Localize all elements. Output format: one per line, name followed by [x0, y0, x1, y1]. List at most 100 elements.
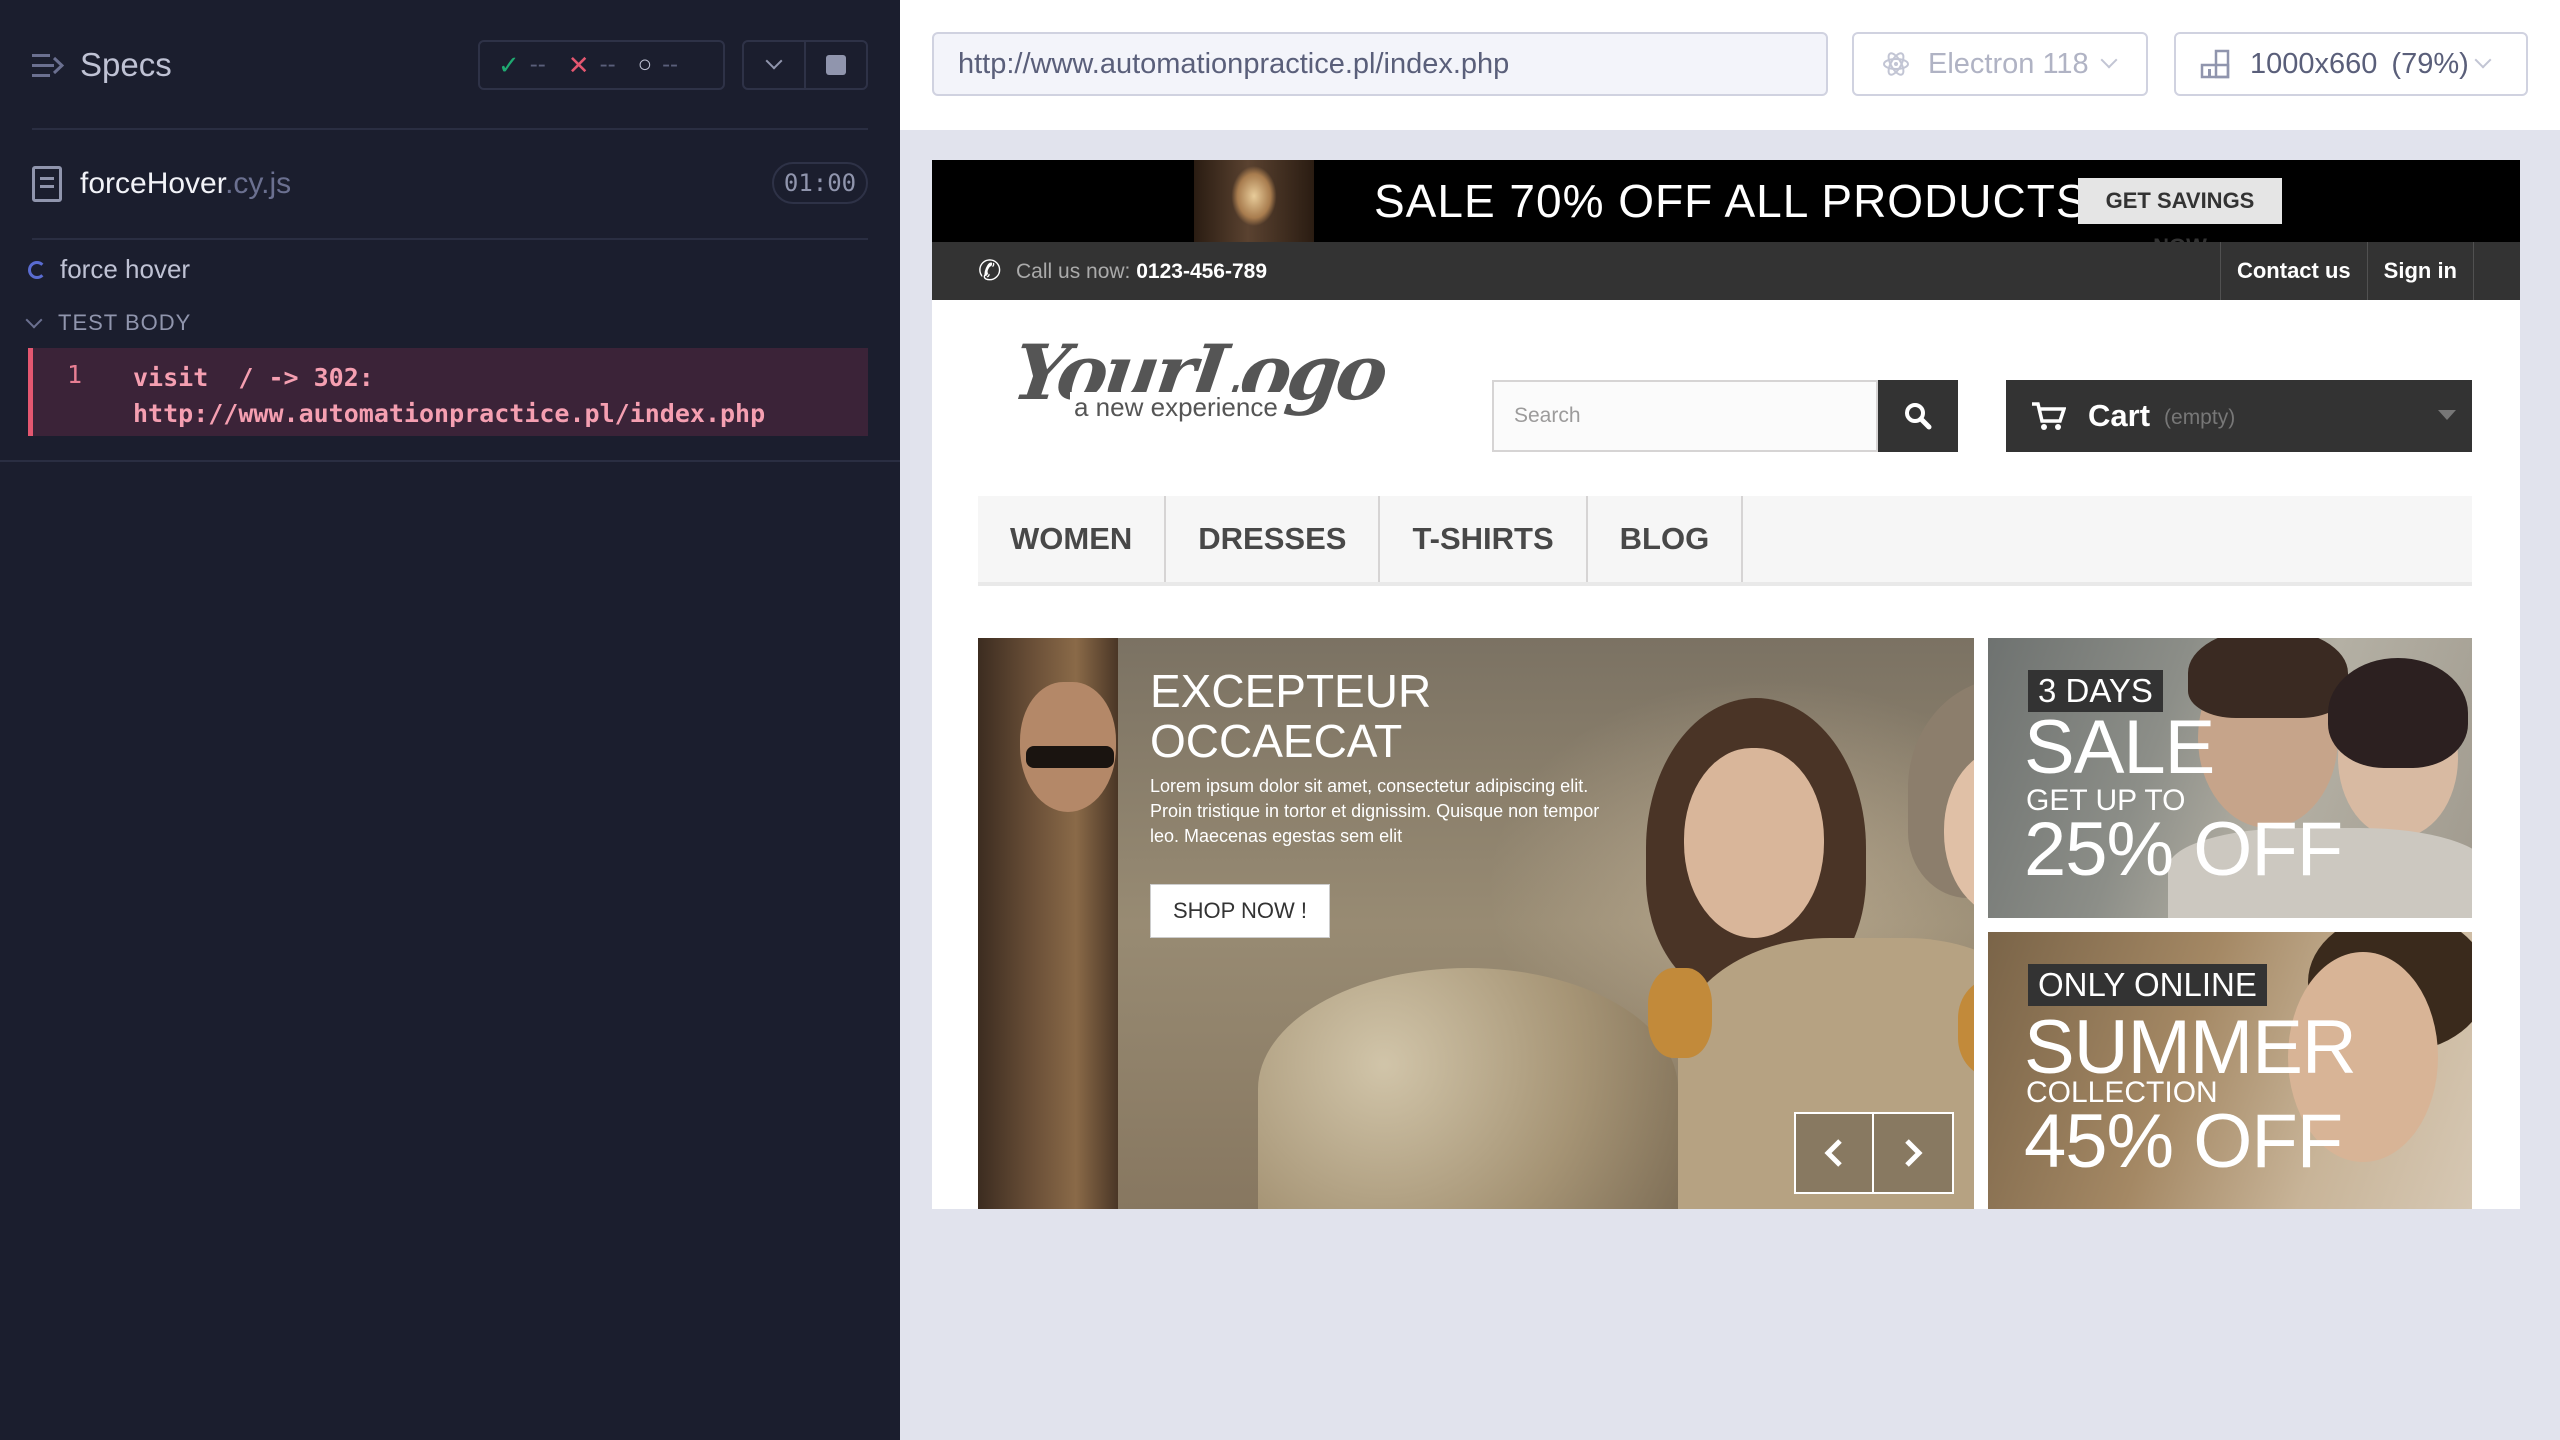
command-number: 1 — [67, 360, 83, 389]
menu-item-dresses[interactable]: DRESSES — [1166, 496, 1381, 582]
ruler-icon — [2200, 49, 2230, 79]
chevron-right-icon — [1905, 1139, 1923, 1167]
slide-title: EXCEPTEUR OCCAECAT — [1150, 666, 1431, 766]
pending-stat: ○ -- — [638, 51, 678, 79]
passed-stat: ✓ -- — [498, 50, 546, 81]
specs-list-icon[interactable] — [32, 52, 64, 80]
site-logo[interactable]: YourLogo a new experience — [1008, 328, 1394, 428]
test-body-toggle[interactable]: TEST BODY — [25, 310, 192, 336]
specs-title[interactable]: Specs — [80, 46, 172, 84]
spec-name-ext: .cy.js — [225, 167, 292, 200]
passed-count: -- — [529, 51, 546, 78]
cross-icon: ✕ — [567, 49, 590, 80]
slide-title-line-1: EXCEPTEUR — [1150, 665, 1432, 717]
aut-header: http://www.automationpractice.pl/index.p… — [900, 0, 2560, 130]
cart-button[interactable]: Cart (empty) — [2006, 380, 2472, 452]
promo-banner[interactable]: SALE 70% OFF ALL PRODUCTS GET SAVINGS NO… — [932, 160, 2520, 259]
run-controls — [742, 40, 868, 90]
check-icon: ✓ — [498, 49, 520, 80]
viewport-zoom: (79%) — [2391, 47, 2469, 80]
menu-item-women[interactable]: WOMEN — [978, 496, 1167, 582]
electron-icon — [1883, 52, 1909, 76]
search-icon — [1905, 403, 1932, 430]
banner-headline: SUMMER — [2024, 1005, 2357, 1090]
sunglasses-image — [1026, 746, 1114, 768]
chevron-down-icon — [25, 311, 43, 329]
banner-model-image — [2328, 658, 2468, 768]
pending-spinner-icon: ○ — [637, 51, 653, 78]
spec-duration: 01:00 — [772, 162, 868, 204]
call-us-text: Call us now: 0123-456-789 — [1016, 260, 1267, 284]
command-text: visit / -> 302: http://www.automationprac… — [133, 360, 765, 432]
shop-now-button[interactable]: SHOP NOW ! — [1150, 884, 1330, 938]
failed-stat: ✕ -- — [568, 50, 616, 81]
get-savings-button[interactable]: GET SAVINGS NOW — [2078, 178, 2282, 259]
top-nav-bar: ✆ Call us now: 0123-456-789 Contact us S… — [932, 242, 2520, 300]
test-title: force hover — [60, 254, 191, 284]
browser-selector[interactable]: Electron 118 — [1852, 32, 2148, 96]
pending-count: -- — [662, 51, 679, 78]
spec-file-name[interactable]: forceHover.cy.js — [80, 167, 291, 201]
chevron-down-icon — [765, 52, 783, 70]
logo-tagline: a new experience — [1070, 392, 1282, 423]
slide-mitten-image — [1648, 968, 1712, 1058]
header-links: Contact us Sign in — [2219, 242, 2474, 300]
caret-down-icon — [2438, 410, 2456, 420]
slide-man-image — [978, 638, 1118, 1209]
failed-count: -- — [599, 51, 616, 78]
reporter-panel: Specs ✓ -- ✕ -- ○ -- forceHover.cy.js 01… — [0, 0, 900, 1440]
divider — [0, 460, 900, 462]
running-state-icon — [28, 260, 46, 279]
test-body-label: TEST BODY — [58, 310, 192, 335]
command-log-row[interactable]: 1 visit / -> 302: http://www.automationpr… — [28, 348, 868, 436]
slider-next-button[interactable] — [1874, 1112, 1954, 1194]
slider-prev-button[interactable] — [1794, 1112, 1874, 1194]
viewport-size: 1000x660 — [2250, 47, 2378, 80]
command-line-2: http://www.automationpractice.pl/index.p… — [133, 399, 766, 428]
homepage-slider: EXCEPTEUR OCCAECAT Lorem ipsum dolor sit… — [978, 638, 1974, 1209]
stop-icon — [826, 55, 846, 75]
app-under-test-frame: SALE 70% OFF ALL PRODUCTS GET SAVINGS NO… — [932, 160, 2520, 1209]
banner-headline: SALE — [2024, 705, 2215, 790]
search-input[interactable]: Search — [1492, 380, 1878, 452]
browser-name: Electron 118 — [1928, 47, 2089, 80]
menu-item-blog[interactable]: BLOG — [1588, 496, 1744, 582]
test-item[interactable]: force hover — [28, 254, 190, 285]
menu-item-tshirts[interactable]: T-SHIRTS — [1380, 496, 1588, 582]
sign-in-link[interactable]: Sign in — [2366, 242, 2474, 300]
slide-description: Lorem ipsum dolor sit amet, consectetur … — [1150, 776, 1600, 846]
slide-title-line-2: OCCAECAT — [1150, 715, 1403, 767]
main-menu: WOMEN DRESSES T-SHIRTS BLOG — [978, 496, 2472, 586]
phone-icon: ✆ — [978, 255, 1002, 286]
reporter-header: Specs ✓ -- ✕ -- ○ -- — [0, 0, 900, 130]
banner-discount: 45% OFF — [2024, 1099, 2343, 1184]
cart-icon — [2032, 402, 2066, 430]
url-bar[interactable]: http://www.automationpractice.pl/index.p… — [932, 32, 1828, 96]
contact-us-link[interactable]: Contact us — [2219, 242, 2367, 300]
promo-banner-summer[interactable]: ONLY ONLINE SUMMER COLLECTION 45% OFF — [1988, 932, 2472, 1209]
test-stats: ✓ -- ✕ -- ○ -- — [478, 40, 725, 90]
promo-banner-sale[interactable]: 3 DAYS SALE GET UP TO 25% OFF — [1988, 638, 2472, 918]
slide-flowers-image — [1258, 968, 1678, 1209]
cart-title: Cart — [2088, 398, 2151, 433]
promo-text: SALE 70% OFF ALL PRODUCTS — [1374, 175, 2088, 227]
chevron-left-icon — [1824, 1139, 1842, 1167]
expand-collapse-button[interactable] — [744, 42, 804, 88]
slider-controls — [1794, 1112, 1954, 1194]
cart-status: (empty) — [2164, 406, 2236, 429]
call-label: Call us now: — [1016, 260, 1131, 283]
chevron-down-icon — [2100, 51, 2118, 69]
phone-number: 0123-456-789 — [1136, 260, 1268, 283]
promo-model-image — [1194, 160, 1314, 242]
spec-name-base: forceHover — [80, 167, 226, 200]
divider — [32, 128, 868, 130]
banner-tag: ONLY ONLINE — [2028, 964, 2267, 1006]
viewport-selector[interactable]: 1000x660 (79%) — [2174, 32, 2528, 96]
stop-button[interactable] — [804, 42, 866, 88]
command-line-1: visit / -> 302: — [133, 363, 374, 392]
chevron-down-icon — [2474, 51, 2492, 69]
spec-file-icon — [32, 166, 62, 202]
divider — [32, 238, 868, 240]
search-button[interactable] — [1878, 380, 1958, 452]
banner-discount: 25% OFF — [2024, 807, 2343, 892]
